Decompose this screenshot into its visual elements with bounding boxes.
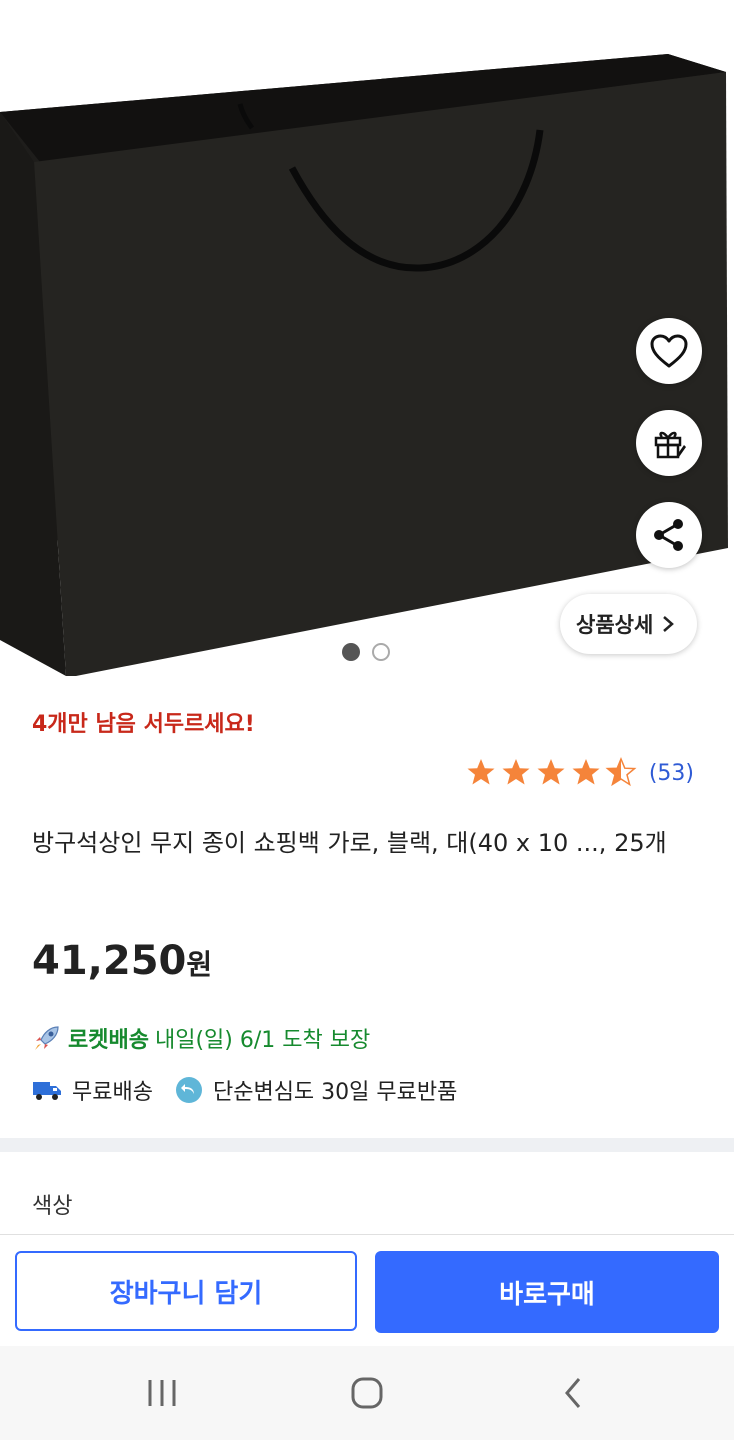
- rocket-delivery: 로켓배송 내일(일) 6/1 도착 보장: [32, 1022, 370, 1054]
- share-icon: [654, 519, 683, 551]
- star-rating: [467, 758, 636, 786]
- share-button[interactable]: [636, 502, 702, 568]
- product-image-carousel[interactable]: 상품상세: [0, 0, 734, 680]
- return-icon: [175, 1077, 202, 1103]
- carousel-dot: [372, 643, 390, 661]
- buy-now-button[interactable]: 바로구매: [375, 1251, 719, 1333]
- carousel-dot-active: [342, 643, 360, 661]
- price-amount: 41,250: [32, 938, 187, 984]
- price-unit: 원: [186, 948, 213, 981]
- rating[interactable]: (53): [465, 757, 694, 789]
- product-image: [0, 54, 728, 676]
- product-detail-button[interactable]: 상품상세: [560, 594, 698, 654]
- gift-icon: [654, 431, 686, 459]
- carousel-indicator: [342, 643, 390, 661]
- system-navigation-bar: [0, 1346, 734, 1440]
- product-title: 방구석상인 무지 종이 쇼핑백 가로, 블랙, 대(40 x 10 ..., 2…: [32, 829, 667, 857]
- product-detail-label: 상품상세: [576, 613, 654, 637]
- back-icon: [565, 1378, 581, 1408]
- purchase-bar: 장바구니 담기 바로구매: [0, 1234, 734, 1347]
- add-to-cart-button[interactable]: 장바구니 담기: [15, 1251, 357, 1331]
- gift-button[interactable]: [636, 410, 702, 476]
- recents-icon: [148, 1380, 176, 1406]
- wishlist-button[interactable]: [636, 318, 702, 384]
- truck-icon: [33, 1082, 61, 1100]
- star-half-icon: [606, 758, 636, 786]
- back-button[interactable]: [543, 1368, 603, 1418]
- star-icon: [537, 759, 565, 785]
- home-icon: [351, 1377, 383, 1409]
- section-divider: [0, 1138, 734, 1152]
- free-shipping-label: 무료배송: [72, 1080, 153, 1105]
- free-return-label: 단순변심도 30일 무료반품: [212, 1080, 458, 1105]
- stock-warning: 4개만 남음 서두르세요!: [32, 712, 255, 737]
- rocket-icon: [35, 1026, 59, 1050]
- home-button[interactable]: [337, 1368, 397, 1418]
- rocket-brand: 로켓배송: [68, 1028, 149, 1053]
- review-count[interactable]: (53): [649, 761, 694, 786]
- shipping-info: 무료배송 단순변심도 30일 무료반품: [32, 1074, 457, 1106]
- option-color-label: 색상: [32, 1194, 73, 1219]
- star-icon: [502, 759, 530, 785]
- star-icon: [467, 759, 495, 785]
- rocket-eta: 내일(일) 6/1 도착 보장: [154, 1028, 371, 1053]
- star-icon: [572, 759, 600, 785]
- chevron-right-icon: [663, 616, 675, 632]
- recents-button[interactable]: [132, 1368, 192, 1418]
- price: 41,250원: [32, 938, 212, 984]
- heart-icon: [650, 334, 688, 368]
